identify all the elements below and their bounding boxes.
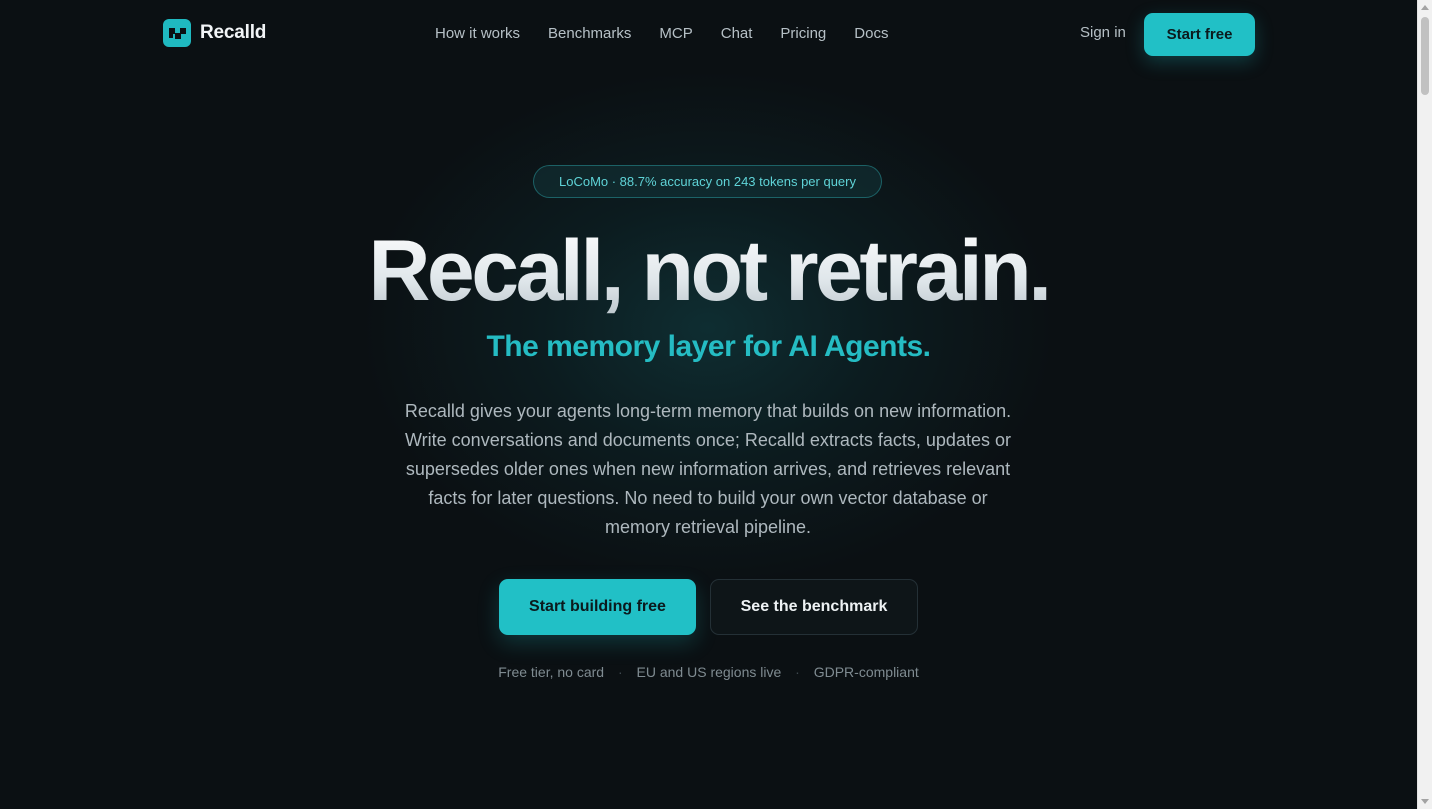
assurance-list: Free tier, no card · EU and US regions l…: [0, 662, 1417, 682]
recalld-logo-icon: [163, 19, 191, 47]
nav-link-pricing[interactable]: Pricing: [766, 22, 840, 46]
nav-link-docs[interactable]: Docs: [840, 22, 902, 46]
scroll-up-arrow-icon[interactable]: [1421, 5, 1429, 10]
scroll-down-arrow-icon[interactable]: [1421, 799, 1429, 804]
start-building-free-button[interactable]: Start building free: [499, 579, 696, 635]
see-benchmark-button[interactable]: See the benchmark: [710, 579, 918, 635]
brand-name: Recalld: [200, 22, 267, 43]
hero-description: Recalld gives your agents long-term memo…: [404, 401, 1012, 537]
nav-link-chat[interactable]: Chat: [707, 22, 767, 46]
scrollbar-thumb[interactable]: [1421, 17, 1429, 95]
sign-in-link[interactable]: Sign in: [1080, 24, 1126, 41]
page-viewport: Recalld How it works Benchmarks MCP Chat…: [0, 0, 1417, 809]
hero-headline: Recall, not retrain.: [0, 221, 1417, 321]
nav-link-how-it-works[interactable]: How it works: [421, 22, 534, 46]
main-nav: How it works Benchmarks MCP Chat Pricing…: [421, 22, 902, 46]
assurance-separator: ·: [795, 664, 800, 680]
nav-link-benchmarks[interactable]: Benchmarks: [534, 22, 645, 46]
nav-link-mcp[interactable]: MCP: [645, 22, 706, 46]
hero-subheadline: The memory layer for AI Agents.: [486, 330, 931, 363]
benchmark-badge[interactable]: LoCoMo · 88.7% accuracy on 243 tokens pe…: [533, 165, 882, 198]
vertical-scrollbar[interactable]: [1417, 0, 1432, 809]
start-free-button[interactable]: Start free: [1144, 13, 1255, 56]
assurance-regions: EU and US regions live: [636, 664, 782, 680]
assurance-free-tier: Free tier, no card: [498, 664, 605, 680]
assurance-separator: ·: [617, 664, 623, 680]
brand-home-link[interactable]: Recalld: [163, 19, 266, 47]
assurance-gdpr: GDPR-compliant: [813, 664, 919, 680]
